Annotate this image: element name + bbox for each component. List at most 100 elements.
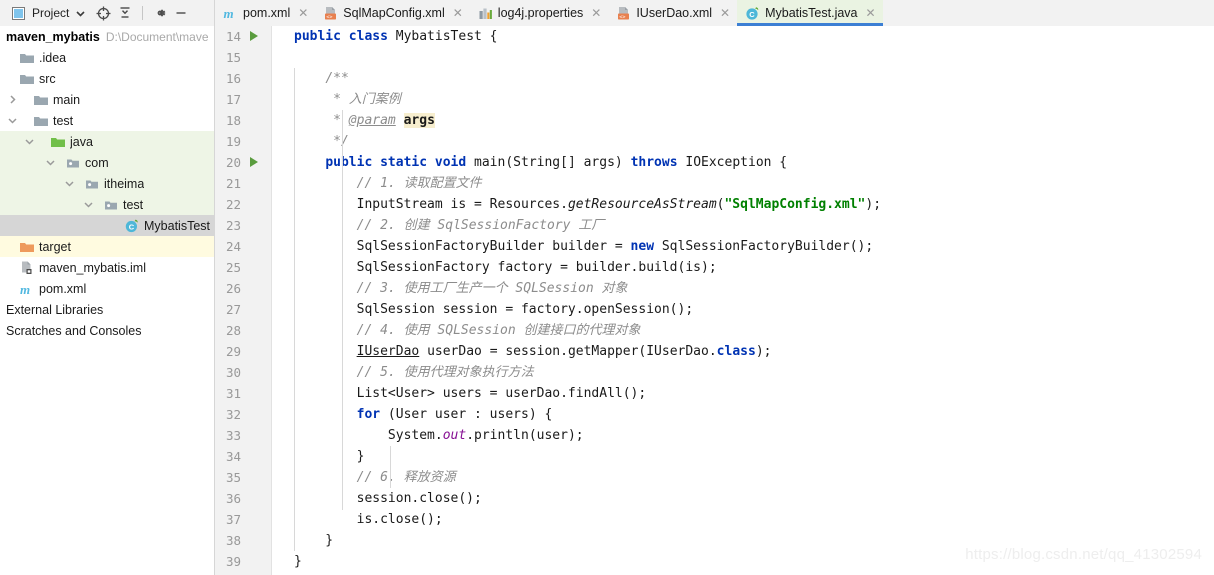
xml-file-icon: <> [323,6,338,21]
code-line-25: SqlSessionFactory factory = builder.buil… [294,260,717,275]
tree-item-pom-xml[interactable]: m pom.xml [0,278,214,299]
crosshair-target-icon[interactable] [96,6,111,21]
editor-tab-mybatistest-java[interactable]: C MybatisTest.java ✕ [737,0,884,26]
code-line-28: // 4. 使用 SQLSession 创建接口的代理对象 [356,323,641,338]
chevron-down-icon[interactable] [23,137,36,146]
line-number: 17 [225,92,241,107]
chevron-right-icon[interactable] [6,95,19,104]
tree-item-idea[interactable]: .idea [0,47,214,68]
code-line-18: * @param args [333,113,435,128]
line-number: 26 [225,281,241,296]
tree-item-src[interactable]: src [0,68,214,89]
tree-item-test-package[interactable]: test [0,194,214,215]
code-editor[interactable]: 14 15 16 17 18 19 20 21 22 23 24 25 26 2… [215,26,1214,575]
tree-item-label: test [123,197,144,212]
code-line-23: // 2. 创建 SqlSessionFactory 工厂 [356,218,605,233]
code-line-16: /** [325,71,349,86]
chevron-down-icon[interactable] [44,158,57,167]
close-icon[interactable]: ✕ [298,6,308,20]
code-line-26: // 3. 使用工厂生产一个 SQLSession 对象 [356,281,628,296]
line-number: 32 [225,407,241,422]
tree-item-java[interactable]: java [0,131,214,152]
tab-label: log4j.properties [497,6,584,20]
indent-guide [294,68,295,551]
project-root-row[interactable]: maven_mybatis D:\Document\mave [0,26,214,47]
package-icon [103,197,119,213]
chevron-down-icon[interactable] [82,200,95,209]
svg-text:m: m [20,282,30,297]
code-line-17: * 入门案例 [333,92,401,107]
editor-tab-sqlmapconfig-xml[interactable]: <> SqlMapConfig.xml ✕ [315,0,470,26]
top-bar: Project m pom.xml ✕ <> SqlMapConfig.xml … [0,0,1214,26]
tree-item-label: .idea [39,50,67,65]
tree-item-scratches[interactable]: Scratches and Consoles [0,320,214,341]
editor-tab-iuserdao-xml[interactable]: <> IUserDao.xml ✕ [608,0,737,26]
test-source-folder-icon [50,134,66,150]
run-arrow-icon[interactable] [250,157,258,167]
tree-item-label: MybatisTest [144,218,210,233]
line-number: 16 [225,71,241,86]
gear-icon[interactable] [153,6,167,20]
idea-window: Project m pom.xml ✕ <> SqlMapConfig.xml … [0,0,1214,575]
code-line-24: SqlSessionFactoryBuilder builder = new S… [294,239,874,254]
java-class-icon: C [745,6,760,21]
editor-gutter[interactable]: 14 15 16 17 18 19 20 21 22 23 24 25 26 2… [215,26,272,575]
code-line-34: } [294,449,365,464]
line-number: 21 [225,176,241,191]
code-line-14: public class MybatisTest { [294,29,498,44]
tree-item-label: pom.xml [39,281,87,296]
tree-item-main[interactable]: main [0,89,214,110]
close-icon[interactable]: ✕ [866,6,876,20]
project-label[interactable]: Project [32,6,69,20]
code-line-33: System.out.println(user); [294,428,584,443]
line-number: 29 [225,344,241,359]
editor-tab-pom-xml[interactable]: m pom.xml ✕ [215,0,315,26]
line-number: 30 [225,365,241,380]
run-arrow-icon[interactable] [250,31,258,41]
editor-tab-bar: m pom.xml ✕ <> SqlMapConfig.xml ✕ log4j.… [215,0,1214,26]
close-icon[interactable]: ✕ [591,6,601,20]
tree-item-target[interactable]: target [0,236,214,257]
tree-item-iml[interactable]: maven_mybatis.iml [0,257,214,278]
code-line-39: } [294,554,302,569]
code-line-31: List<User> users = userDao.findAll(); [294,386,647,401]
tree-item-itheima[interactable]: itheima [0,173,214,194]
code-text-area[interactable]: public class MybatisTest { /** * 入门案例 * … [272,26,1214,575]
editor-tab-log4j-properties[interactable]: log4j.properties ✕ [470,0,609,26]
code-line-30: // 5. 使用代理对象执行方法 [356,365,534,380]
code-line-29: IUserDao userDao = session.getMapper(IUs… [356,344,772,359]
line-number: 38 [225,533,241,548]
chevron-down-icon[interactable] [6,116,19,125]
project-tool-window-header: Project [0,0,215,26]
tree-item-mybatistest[interactable]: C MybatisTest [0,215,214,236]
tree-item-label: Scratches and Consoles [6,323,142,338]
tree-item-external-libraries[interactable]: External Libraries [0,299,214,320]
line-number: 39 [225,554,241,569]
line-number: 15 [225,50,241,65]
code-line-32: for (User user : users) { [356,407,553,422]
tab-label: pom.xml [243,6,291,20]
indent-guide [390,446,391,488]
minimize-icon[interactable] [174,6,188,20]
project-tree-panel[interactable]: maven_mybatis D:\Document\mave .idea src [0,26,215,575]
line-number: 35 [225,470,241,485]
chevron-down-icon[interactable] [63,179,76,188]
code-line-19: */ [333,134,349,149]
line-number: 14 [215,26,271,47]
chevron-down-icon[interactable] [76,9,85,18]
tree-item-label: main [53,92,81,107]
folder-icon [19,50,35,66]
close-icon[interactable]: ✕ [720,6,730,20]
project-name: maven_mybatis [6,29,100,44]
iml-file-icon [19,260,35,276]
excluded-folder-icon [19,239,35,255]
main-body: maven_mybatis D:\Document\mave .idea src [0,26,1214,575]
collapse-all-icon[interactable] [118,6,132,20]
tab-label: MybatisTest.java [765,6,858,20]
tree-item-label: src [39,71,56,86]
tree-item-test-folder[interactable]: test [0,110,214,131]
line-number: 27 [225,302,241,317]
close-icon[interactable]: ✕ [453,6,463,20]
tree-item-com[interactable]: com [0,152,214,173]
code-line-20: public static void main(String[] args) t… [325,155,788,170]
